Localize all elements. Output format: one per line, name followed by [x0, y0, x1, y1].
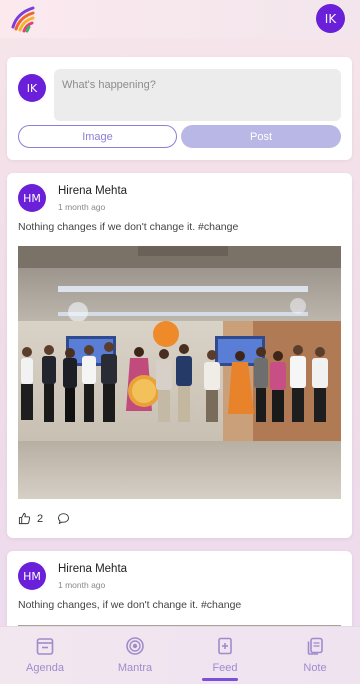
user-avatar[interactable]: IK	[316, 4, 345, 33]
calendar-icon	[36, 638, 54, 655]
post-text: Nothing changes if we don't change it. #…	[18, 221, 239, 233]
nav-item-feed[interactable]: Feed	[180, 627, 270, 684]
post-author-avatar[interactable]: HM	[18, 184, 46, 212]
post-actions: 2	[18, 512, 70, 525]
post-photo[interactable]	[18, 246, 341, 499]
bottom-nav: Agenda Mantra Feed Note	[0, 626, 360, 684]
post-author-avatar[interactable]: HM	[18, 562, 46, 590]
post-author-name[interactable]: Hirena Mehta	[58, 563, 127, 575]
post-timestamp: 1 month ago	[58, 580, 106, 590]
comment-icon[interactable]	[57, 512, 70, 525]
whats-happening-input[interactable]	[54, 69, 341, 121]
post-timestamp: 1 month ago	[58, 202, 106, 212]
nav-item-note[interactable]: Note	[270, 627, 360, 684]
post-text: Nothing changes, if we don't change it. …	[18, 599, 242, 611]
nav-label-agenda: Agenda	[26, 662, 64, 674]
target-icon	[126, 637, 144, 655]
nav-label-feed: Feed	[212, 662, 238, 674]
post-author-name[interactable]: Hirena Mehta	[58, 185, 127, 197]
feed-post: HM Hirena Mehta 1 month ago Nothing chan…	[7, 173, 352, 538]
rainbow-logo-icon[interactable]	[11, 5, 37, 33]
nav-item-agenda[interactable]: Agenda	[0, 627, 90, 684]
image-button[interactable]: Image	[18, 125, 177, 148]
nav-label-note: Note	[303, 662, 327, 674]
thumbs-up-icon[interactable]	[18, 512, 31, 525]
note-icon	[307, 637, 323, 655]
like-count: 2	[37, 512, 44, 525]
composer-avatar: IK	[18, 74, 46, 102]
feed-icon	[218, 637, 232, 655]
active-tab-indicator	[202, 678, 238, 681]
post-button[interactable]: Post	[181, 125, 341, 148]
compose-card: IK Image Post	[7, 57, 352, 160]
nav-label-mantra: Mantra	[117, 662, 153, 674]
nav-item-mantra[interactable]: Mantra	[90, 627, 180, 684]
group-photo-image	[18, 246, 341, 499]
top-bar: IK	[0, 0, 360, 38]
